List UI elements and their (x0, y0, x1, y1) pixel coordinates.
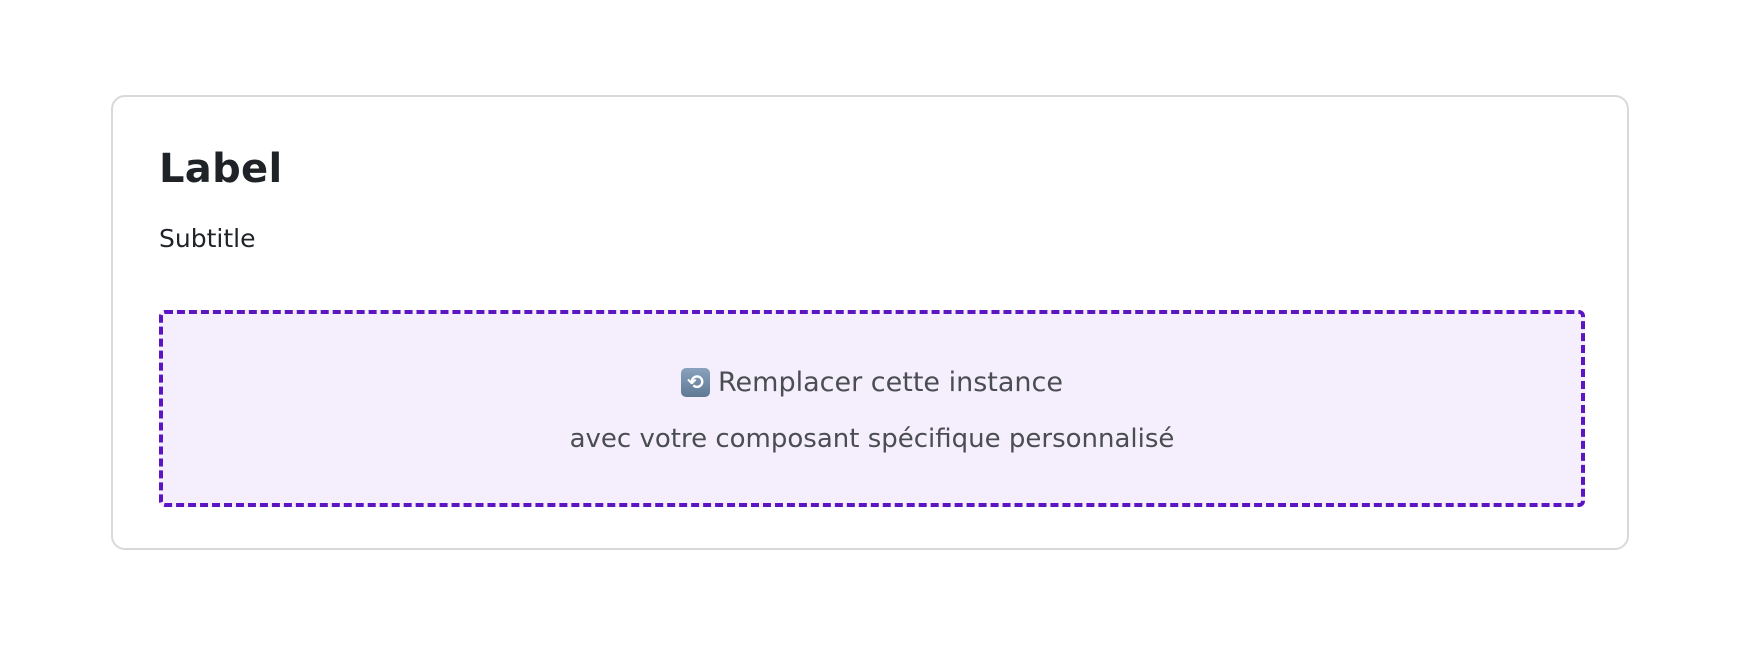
placeholder-heading: ⟲ Remplacer cette instance (163, 364, 1581, 400)
refresh-icon: ⟲ (681, 367, 710, 397)
placeholder-description: avec votre composant spécifique personna… (569, 424, 1175, 454)
card-subtitle: Subtitle (159, 224, 256, 253)
card-title: Label (159, 146, 283, 192)
placeholder-heading-text: Remplacer cette instance (718, 366, 1063, 398)
component-placeholder: ⟲ Remplacer cette instance avec votre co… (159, 310, 1585, 507)
card: Label Subtitle ⟲ Remplacer cette instanc… (111, 95, 1629, 550)
